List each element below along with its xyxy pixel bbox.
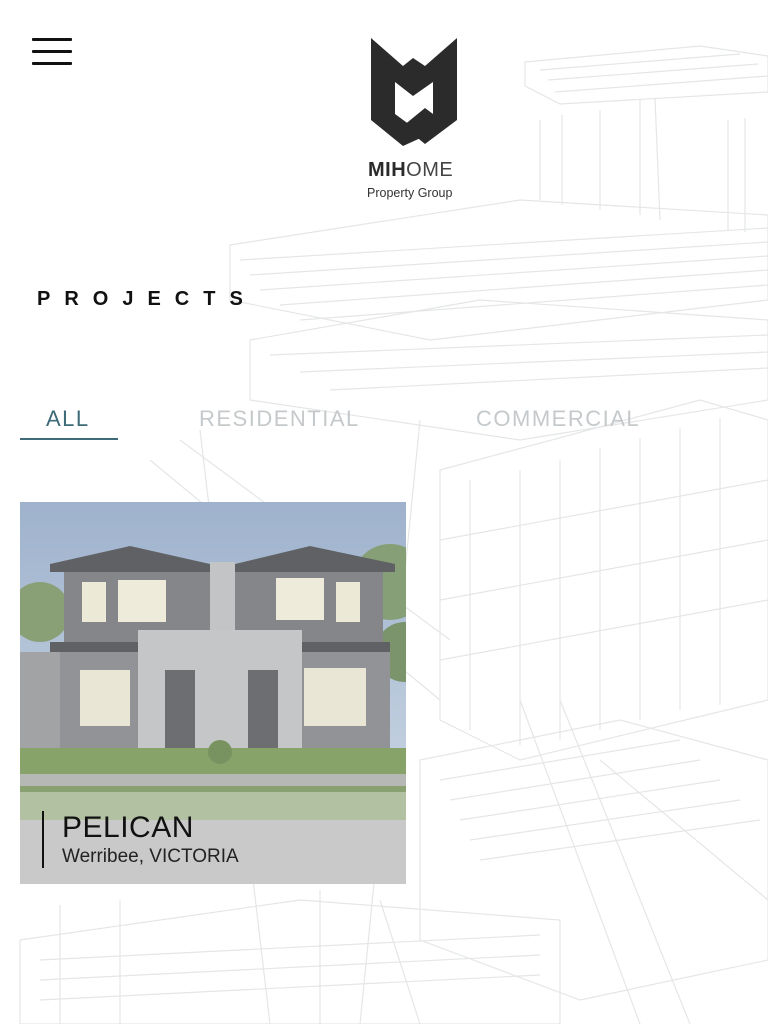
hamburger-icon-bar-top: [32, 38, 72, 41]
tab-commercial[interactable]: COMMERCIAL: [476, 406, 640, 432]
logo[interactable]: MIHOME Property Group: [364, 36, 464, 200]
project-filter-tabs: ALL RESIDENTIAL COMMERCIAL: [20, 398, 720, 444]
menu-button[interactable]: [32, 36, 74, 68]
logo-brand-light: OME: [406, 159, 454, 181]
hamburger-icon-bar-middle: [32, 50, 72, 53]
tab-all[interactable]: ALL: [46, 406, 90, 432]
hamburger-icon-bar-bottom: [32, 62, 72, 65]
project-caption: PELICAN Werribee, VICTORIA: [42, 811, 239, 868]
mihome-logo-mark-icon: [371, 38, 457, 146]
page-title: PROJECTS: [37, 288, 257, 310]
tab-residential[interactable]: RESIDENTIAL: [199, 406, 360, 432]
project-card[interactable]: PELICAN Werribee, VICTORIA: [20, 502, 406, 884]
logo-tagline: Property Group: [367, 186, 453, 200]
logo-wordmark: MIHOME: [364, 160, 464, 180]
project-location: Werribee, VICTORIA: [62, 846, 239, 867]
project-title: PELICAN: [62, 811, 194, 844]
active-tab-underline: [20, 438, 118, 440]
logo-brand-bold: MIH: [368, 159, 407, 181]
